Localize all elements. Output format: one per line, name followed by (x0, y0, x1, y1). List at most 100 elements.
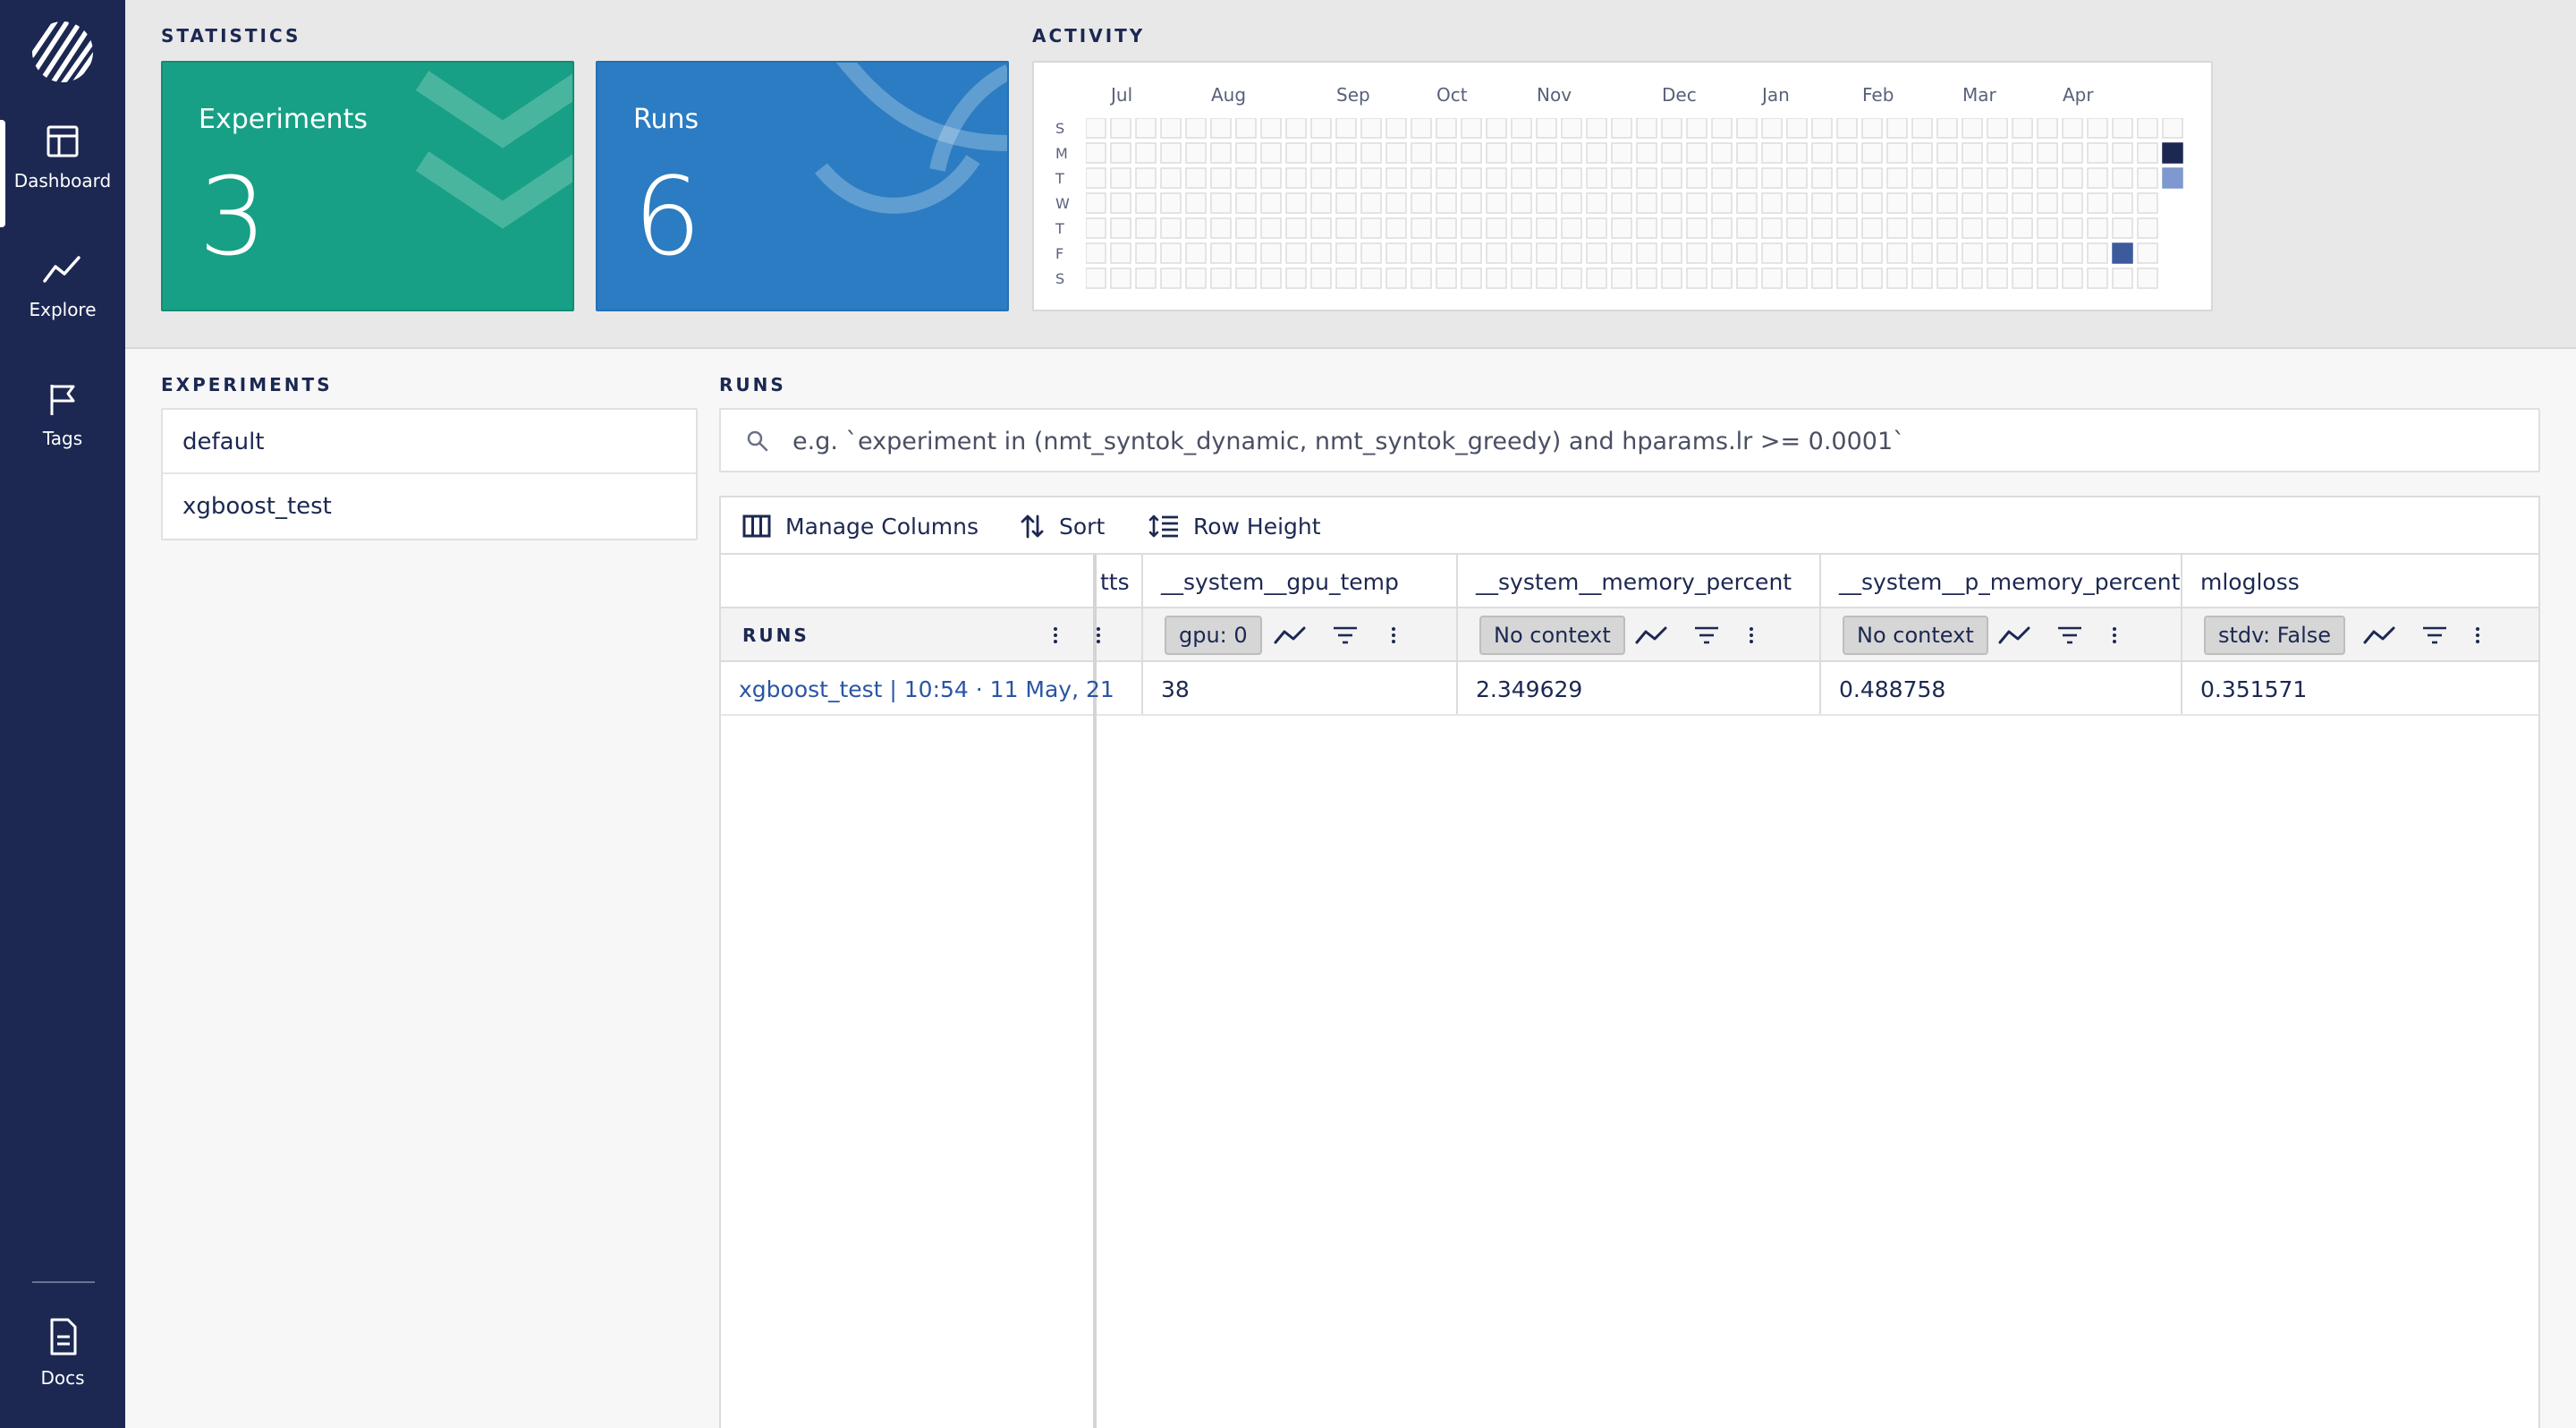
context-button[interactable]: No context (1843, 616, 1988, 655)
heatmap-cell (1686, 118, 1707, 139)
filter-icon[interactable] (1687, 617, 1726, 653)
heatmap-cell (2037, 217, 2058, 239)
column-context-memory-percent: No context (1458, 608, 1821, 660)
column-header-p-memory-percent[interactable]: __system__p_memory_percent (1821, 555, 2182, 607)
heatmap-cell (1736, 167, 1758, 189)
heatmap-cell (1686, 217, 1707, 239)
heatmap-cell (1310, 167, 1332, 189)
experiment-item-xgboost-test[interactable]: xgboost_test (163, 474, 696, 539)
heatmap-cell-active[interactable] (2162, 142, 2183, 164)
context-button[interactable]: No context (1479, 616, 1625, 655)
experiments-stat-card[interactable]: Experiments 3 (161, 61, 574, 311)
sidebar-item-dashboard[interactable]: Dashboard (0, 120, 125, 227)
more-options-icon[interactable] (2476, 625, 2481, 646)
row-height-button[interactable]: Row Height (1148, 497, 1321, 555)
heatmap-cell (1436, 142, 1457, 164)
heatmap-cell (1811, 118, 1833, 139)
heatmap-cell (1160, 217, 1182, 239)
heatmap-cell (1861, 217, 1883, 239)
heatmap-cell (2012, 268, 2033, 289)
heatmap-cell (1536, 217, 1557, 239)
heatmap-cell (1086, 118, 1106, 139)
heatmap-cell (1360, 268, 1382, 289)
heatmap-cell (1385, 167, 1407, 189)
heatmap-cell (1185, 118, 1207, 139)
experiment-item-default[interactable]: default (163, 410, 696, 474)
context-button[interactable]: stdv: False (2204, 616, 2345, 655)
heatmap-cell (1360, 217, 1382, 239)
heatmap-cell (1886, 192, 1908, 214)
heatmap-cell (1411, 242, 1432, 264)
month-label: Feb (1862, 84, 1894, 106)
column-header-memory-percent[interactable]: __system__memory_percent (1458, 555, 1821, 607)
runs-search-box[interactable] (719, 408, 2540, 472)
document-icon (50, 1318, 77, 1356)
heatmap-cell (1110, 167, 1131, 189)
heatmap-cell (1761, 118, 1783, 139)
more-options-icon[interactable] (1054, 625, 1059, 646)
filter-icon[interactable] (1326, 617, 1365, 653)
heatmap-cell (1586, 192, 1607, 214)
heatmap-cell (1636, 118, 1657, 139)
heatmap-cell (1210, 242, 1232, 264)
manage-columns-label: Manage Columns (785, 513, 979, 540)
heatmap-cell (1661, 118, 1682, 139)
heatmap-cell (1836, 192, 1858, 214)
context-button[interactable]: gpu: 0 (1165, 616, 1262, 655)
app-logo-icon[interactable] (30, 20, 95, 84)
heatmap-cell (2062, 192, 2083, 214)
heatmap-cell (1962, 217, 1983, 239)
heatmap-cell (1886, 167, 1908, 189)
sidebar-item-explore[interactable]: Explore (0, 249, 125, 356)
heatmap-cell (1886, 268, 1908, 289)
heatmap-cell (1536, 142, 1557, 164)
heatmap-cell-active[interactable] (2112, 242, 2133, 264)
fixed-header: RUNS (721, 608, 1093, 662)
heatmap-cell (1836, 167, 1858, 189)
line-chart-icon[interactable] (1995, 617, 2034, 653)
more-options-icon[interactable] (1750, 625, 1755, 646)
runs-search-input[interactable] (792, 421, 2492, 462)
heatmap-cell-active[interactable] (2162, 167, 2183, 189)
column-header-mlogloss[interactable]: mlogloss (2182, 555, 2538, 607)
heatmap-cell (1436, 217, 1457, 239)
heatmap-cell (1335, 217, 1357, 239)
manage-columns-button[interactable]: Manage Columns (742, 497, 979, 555)
heatmap-cell (1461, 118, 1482, 139)
runs-stat-card[interactable]: Runs 6 (596, 61, 1009, 311)
filter-icon[interactable] (2050, 617, 2089, 653)
filter-icon[interactable] (2415, 617, 2454, 653)
runs-scroll-area[interactable]: tts __system__gpu_temp __system__memory_… (1097, 555, 2538, 1428)
heatmap-cell (2062, 242, 2083, 264)
heatmap-cell (1636, 217, 1657, 239)
line-chart-icon[interactable] (2360, 617, 2399, 653)
column-header-gpu-temp[interactable]: __system__gpu_temp (1143, 555, 1458, 607)
column-context-partial (1097, 608, 1143, 660)
table-row: xgboost_test | 10:54 · 11 May, 21 (721, 662, 1114, 716)
heatmap-cell (1987, 167, 2008, 189)
columns-icon (742, 514, 771, 538)
more-options-icon[interactable] (2113, 625, 2118, 646)
row-height-label: Row Height (1193, 513, 1321, 540)
line-chart-icon[interactable] (1631, 617, 1671, 653)
heatmap-cell (1385, 118, 1407, 139)
sort-button[interactable]: Sort (1020, 497, 1105, 555)
heatmap-cell (1661, 242, 1682, 264)
run-link[interactable]: xgboost_test | 10:54 · 11 May, 21 (739, 676, 1114, 702)
line-chart-icon[interactable] (1270, 617, 1309, 653)
heatmap-cell (1086, 192, 1106, 214)
heatmap-cell (2012, 217, 2033, 239)
heatmap-cell (1511, 217, 1532, 239)
heatmap-cell (1436, 268, 1457, 289)
more-options-icon[interactable] (1097, 625, 1102, 646)
month-label: Nov (1537, 84, 1572, 106)
sidebar-item-docs[interactable]: Docs (0, 1317, 125, 1424)
heatmap-cell (1987, 268, 2008, 289)
heatmap-cell (1135, 142, 1157, 164)
heatmap-cell (1911, 142, 1933, 164)
explore-icon (43, 256, 80, 283)
sidebar-item-tags[interactable]: Tags (0, 378, 125, 485)
column-name-header-row: tts __system__gpu_temp __system__memory_… (1097, 555, 2538, 608)
more-options-icon[interactable] (1392, 625, 1397, 646)
heatmap-cell (1411, 268, 1432, 289)
